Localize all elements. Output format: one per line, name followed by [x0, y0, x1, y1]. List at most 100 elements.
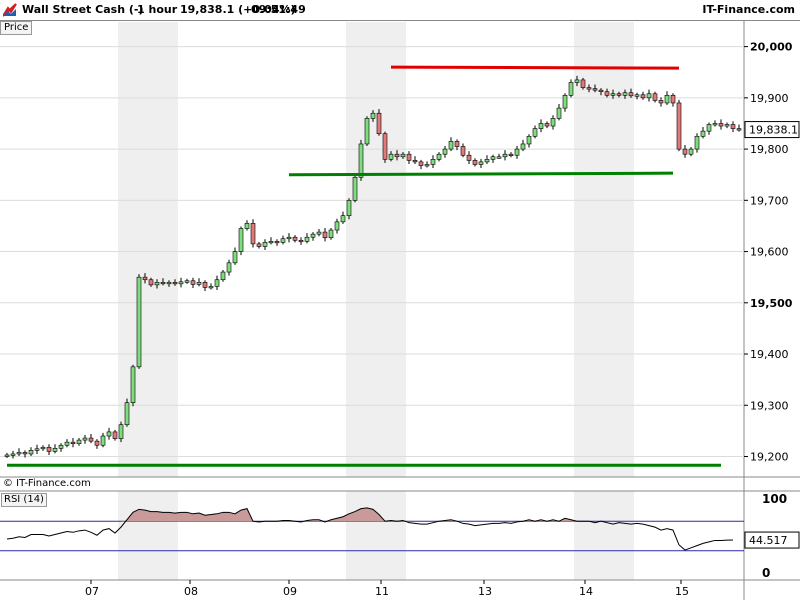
price-tick-label: 19,800	[750, 143, 789, 156]
candle-body	[460, 146, 466, 156]
last-price-label: 19,838.1	[749, 124, 798, 137]
candle-body	[232, 251, 238, 264]
price-tick-label: 19,300	[750, 399, 789, 412]
candle-body	[202, 282, 208, 288]
candle-body	[538, 123, 544, 129]
rsi-last-label: 44.517	[749, 534, 788, 547]
price-axis: 20,000 19,900 19,800 19,700 19,600 19,500 19,4…	[744, 41, 800, 580]
candle-body	[34, 448, 40, 451]
candle-body	[586, 87, 592, 90]
candle-body	[184, 280, 190, 283]
candle-body	[148, 279, 154, 286]
day-band	[118, 491, 178, 580]
candle-body	[688, 148, 694, 155]
candle-body	[634, 94, 640, 97]
candle-body	[298, 239, 304, 243]
time-tick-label: 14	[579, 585, 593, 598]
candle-body	[700, 130, 706, 137]
trend-line	[390, 65, 680, 70]
rsi-tick-label: 0	[762, 566, 770, 580]
time-tick-label: 07	[85, 585, 99, 598]
candle-body	[358, 143, 364, 178]
candle-body	[736, 128, 742, 131]
candle-body	[394, 153, 400, 158]
candle-body	[82, 437, 88, 441]
candle-body	[640, 94, 646, 99]
candle-body	[556, 107, 562, 119]
candle-body	[172, 282, 178, 285]
candle-body	[370, 112, 376, 119]
candle-body	[250, 223, 256, 245]
candle-body	[628, 92, 634, 97]
candle-body	[4, 454, 10, 457]
candle-body	[478, 161, 484, 165]
candle-body	[658, 100, 664, 104]
time-tick-label: 11	[375, 585, 389, 598]
candle-body	[196, 282, 202, 285]
candle-body	[646, 93, 652, 99]
candle-body	[664, 94, 670, 104]
candle-body	[568, 82, 574, 96]
rsi-tick-label: 100	[762, 492, 787, 506]
candle-body	[616, 93, 622, 96]
candle-body	[412, 160, 418, 163]
candle-body	[388, 153, 394, 160]
candle-body	[652, 93, 658, 101]
candle-body	[178, 281, 184, 285]
candle-body	[724, 124, 730, 127]
candle-body	[592, 88, 598, 91]
candle-body	[622, 92, 628, 96]
candle-body	[136, 276, 142, 368]
candle-body	[190, 280, 196, 285]
candle-body	[436, 153, 442, 160]
candle-body	[334, 221, 340, 231]
time-tick-label: 15	[675, 585, 689, 598]
candle-body	[100, 435, 106, 446]
candle-body	[502, 153, 508, 158]
candle-body	[448, 141, 454, 150]
candle-body	[352, 176, 358, 201]
candle-body	[226, 262, 232, 273]
candle-body	[214, 279, 220, 287]
candle-body	[598, 89, 604, 93]
candle-body	[220, 271, 226, 281]
candle-body	[442, 148, 448, 155]
candle-body	[406, 153, 412, 161]
candle-body	[280, 238, 286, 243]
time-tick-label: 09	[283, 585, 297, 598]
candle-body	[304, 236, 310, 242]
candle-body	[28, 450, 34, 455]
price-tick-label: 19,900	[750, 92, 789, 105]
candle-body	[154, 282, 160, 286]
candle-body	[562, 94, 568, 109]
candle-body	[580, 79, 586, 88]
candle-body	[256, 243, 262, 247]
candle-body	[682, 148, 688, 155]
candle-body	[520, 143, 526, 150]
candle-body	[514, 148, 520, 156]
candle-body	[694, 135, 700, 150]
candle-body	[292, 236, 298, 241]
candle-body	[364, 118, 370, 145]
candle-body	[262, 242, 268, 247]
time-tick-label: 08	[184, 585, 198, 598]
price-chart[interactable]: 20,000 19,900 19,800 19,700 19,600 19,500 19,4…	[0, 0, 800, 600]
candle-body	[454, 141, 460, 147]
candle-body	[130, 366, 136, 404]
candle-body	[268, 241, 274, 244]
candle-body	[322, 231, 328, 239]
candle-body	[166, 282, 172, 285]
candle-body	[730, 124, 736, 129]
candle-body	[574, 79, 580, 83]
time-tick-label: 13	[478, 585, 492, 598]
candle-body	[676, 102, 682, 150]
candle-body	[418, 161, 424, 166]
day-band	[346, 491, 406, 580]
watermark: © IT-Finance.com	[3, 478, 91, 489]
price-tick-label: 20,000	[750, 41, 793, 54]
candle-body	[10, 453, 16, 456]
candle-body	[286, 236, 292, 240]
day-bands	[118, 22, 634, 580]
candle-body	[670, 94, 676, 104]
candle-body	[490, 156, 496, 160]
